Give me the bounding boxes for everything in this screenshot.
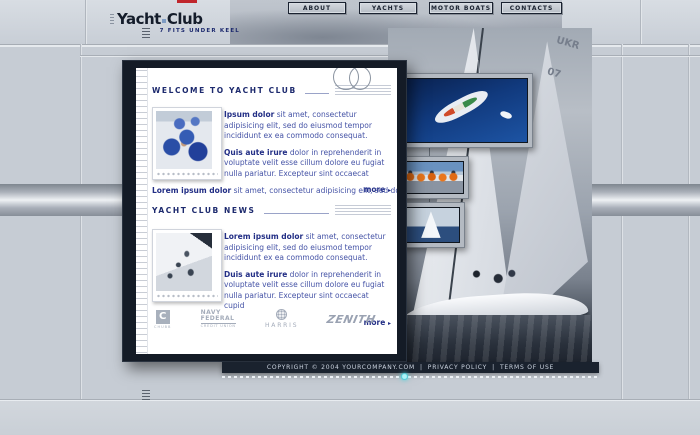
perforation-strip (156, 172, 218, 176)
hanging-wire (429, 148, 430, 156)
filmstrip-ruler (136, 68, 148, 354)
news-thumbnail-photo (152, 229, 222, 302)
gallery-photo-crew[interactable] (397, 156, 469, 199)
nav-button-contacts[interactable]: CONTACTS (501, 2, 562, 14)
gallery-photo-sailboat[interactable] (399, 202, 465, 248)
paragraph-lead: Lorem ipsum dolor (152, 186, 231, 195)
news-section-header: YACHT CLUB NEWS (152, 205, 391, 217)
nav-button-about[interactable]: ABOUT (288, 2, 346, 14)
gallery-photo-aerial-yacht[interactable] (399, 73, 533, 148)
welcome-thumbnail-photo (152, 107, 222, 180)
zenith-name: ZENITH (326, 313, 377, 326)
partner-logo-chubb[interactable]: C CHUBB (154, 310, 171, 329)
photo-frame-inner (404, 207, 460, 243)
footer-separator: | (420, 364, 423, 371)
deck-photo (156, 233, 212, 291)
water (388, 315, 592, 362)
header-rule (305, 93, 329, 94)
panel-seam (621, 44, 622, 435)
circle-outline-icon (349, 68, 371, 90)
sailboat-photo (405, 208, 459, 242)
terms-of-use-link[interactable]: TERMS OF USE (500, 364, 554, 371)
nav-button-yachts[interactable]: YACHTS (359, 2, 417, 14)
logo-title-part2: Club (167, 10, 203, 28)
chubb-name: CHUBB (154, 325, 171, 329)
paragraph-text: sit amet, consectetur adipisicing elit, … (231, 186, 397, 195)
deco-circles (329, 68, 379, 90)
panel-seam (85, 0, 86, 44)
metal-tube (592, 184, 700, 216)
interlude-line: Lorem ipsum dolor sit amet, consectetur … (152, 186, 397, 195)
news-paragraph-1: Lorem ipsum dolor sit amet, consectetur … (224, 232, 391, 264)
welcome-heading: WELCOME TO YACHT CLUB (152, 86, 297, 97)
content-area: WELCOME TO YACHT CLUB Ipsum dolor sit am… (152, 78, 391, 350)
partner-logo-navy-federal[interactable]: NAVY FEDERAL CREDIT UNION (201, 310, 236, 328)
page: Yacht Club 7 FITS UNDER KEEL ABOUT YACHTS… (0, 0, 700, 435)
panel-seam (640, 0, 641, 44)
sailors-photo (156, 111, 212, 169)
red-accent-bar (177, 0, 197, 3)
paragraph-lead: Ipsum dolor (224, 110, 274, 119)
news-paragraph-2: Duis aute irure dolor in reprehenderit i… (224, 270, 391, 312)
copyright-text: COPYRIGHT © 2004 YOURCOMPANY.COM (267, 364, 415, 371)
metal-tube (0, 184, 122, 216)
footer-bar: COPYRIGHT © 2004 YOURCOMPANY.COM | PRIVA… (222, 362, 599, 373)
partner-logo-zenith[interactable]: ZENITH (327, 313, 376, 326)
sail-shape (405, 208, 459, 242)
perforation-strip (156, 294, 218, 298)
crew-figures (461, 265, 522, 295)
logo-title-part1: Yacht (117, 10, 161, 28)
barcode-mark (142, 390, 150, 402)
partner-logos-row: C CHUBB NAVY FEDERAL CREDIT UNION HARRIS… (154, 309, 376, 329)
logo-tagline: 7 FITS UNDER KEEL (110, 28, 240, 34)
welcome-paragraph-1: Ipsum dolor sit amet, consectetur adipis… (224, 110, 391, 142)
content-panel: WELCOME TO YACHT CLUB Ipsum dolor sit am… (122, 60, 407, 362)
site-logo[interactable]: Yacht Club 7 FITS UNDER KEEL (110, 12, 240, 34)
more-arrow-icon: ▸ (388, 320, 391, 327)
paragraph-lead: Duis aute irure (224, 270, 287, 279)
content-panel-inner: WELCOME TO YACHT CLUB Ipsum dolor sit am… (136, 68, 397, 354)
crew-photo (403, 162, 463, 193)
chubb-square-icon: C (156, 310, 170, 324)
logo-mark (110, 14, 114, 26)
aerial-dinghy-shape (499, 110, 513, 120)
nav-button-motor-boats[interactable]: MOTOR BOATS (429, 2, 493, 14)
navy-federal-line2: FEDERAL (201, 316, 235, 322)
logo-square-icon (162, 19, 166, 23)
harris-name: HARRIS (265, 322, 298, 329)
cyan-glow-dot (401, 373, 408, 380)
partner-logo-harris[interactable]: HARRIS (265, 309, 298, 329)
aerial-yacht-photo (405, 79, 527, 142)
harris-circle-icon (276, 309, 287, 320)
bottom-strip (0, 399, 700, 435)
privacy-policy-link[interactable]: PRIVACY POLICY (428, 364, 487, 371)
panel-seam (688, 44, 689, 435)
welcome-text-column: Ipsum dolor sit amet, consectetur adipis… (224, 110, 391, 194)
header-rule (264, 213, 329, 214)
panel-seam (80, 44, 81, 435)
paragraph-lead: Lorem ipsum dolor (224, 232, 303, 241)
photo-frame-inner (404, 78, 528, 143)
news-heading: YACHT CLUB NEWS (152, 206, 256, 217)
footer-dotted-line (222, 376, 599, 378)
sail-marking-ukr: UKR (555, 35, 581, 52)
hanging-wire (478, 60, 479, 73)
welcome-paragraph-2: Quis aute irure dolor in reprehenderit i… (224, 148, 391, 180)
footer-separator: | (492, 364, 495, 371)
navy-federal-subtitle: CREDIT UNION (201, 323, 236, 328)
logo-title: Yacht Club (117, 12, 202, 27)
paragraph-lead: Quis aute irure (224, 148, 287, 157)
photo-frame-inner (402, 161, 464, 194)
header-deco-lines (335, 205, 391, 216)
